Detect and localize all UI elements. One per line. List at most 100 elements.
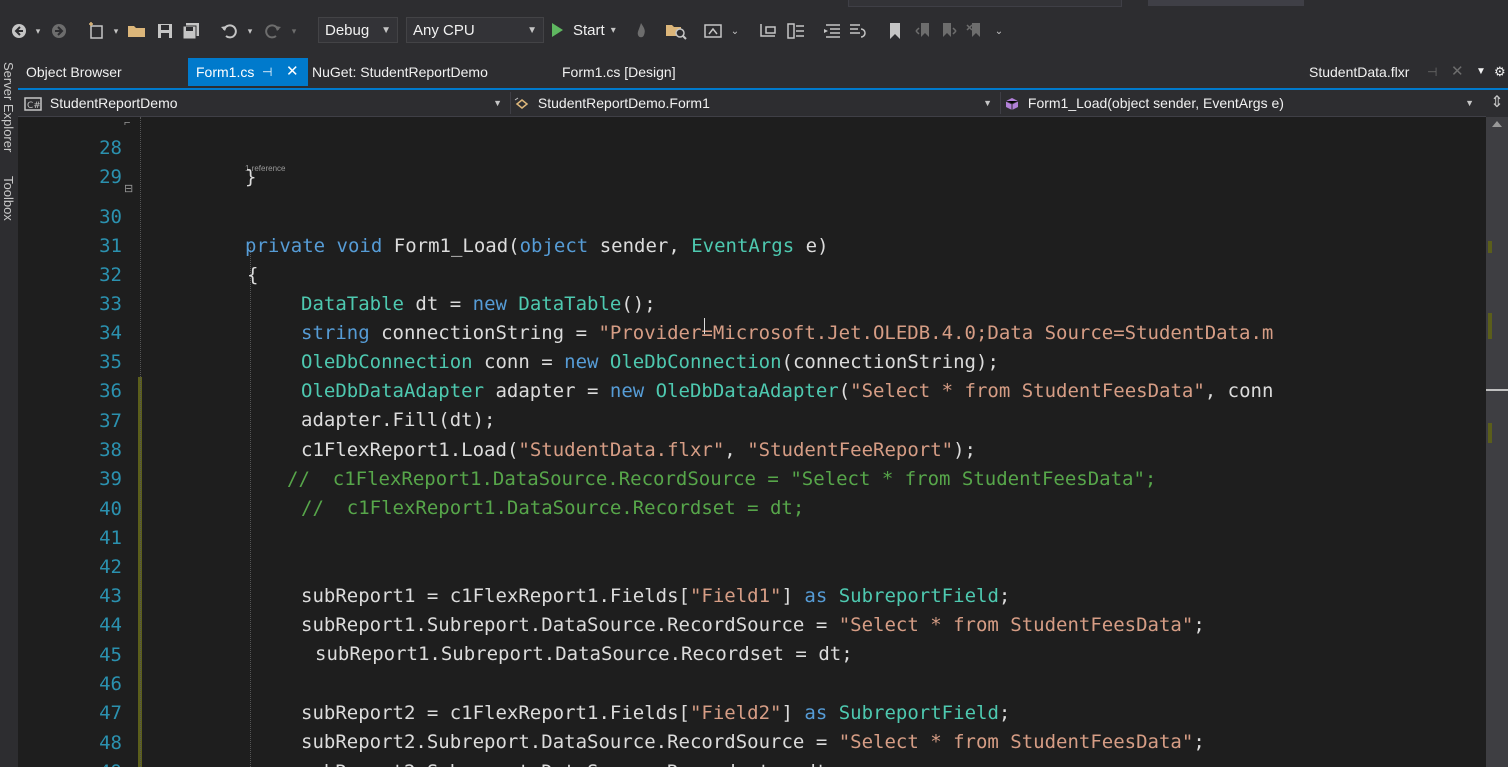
gear-icon[interactable]: ⚙ <box>1492 58 1508 86</box>
code-line: 44 subReport1.Subreport.DataSource.Recor… <box>18 582 1486 665</box>
split-editor-button[interactable]: ⇕ <box>1486 90 1508 117</box>
solution-platform-value: Any CPU <box>413 22 475 39</box>
tab-list-dropdown[interactable]: ▼ <box>1474 58 1490 86</box>
code-line: 39 // c1FlexReport1.DataSource.Recordset… <box>18 436 1486 519</box>
tab-label: Form1.cs <box>196 64 255 80</box>
navigation-bar: C# StudentReportDemo ▼ StudentReportDemo… <box>18 90 1486 117</box>
solution-platform-dropdown[interactable]: Any CPU ▼ <box>406 17 544 43</box>
server-explorer-tab[interactable]: Server Explorer <box>1 62 16 152</box>
chevron-down-icon[interactable]: ▾ <box>244 14 256 48</box>
code-line: 35 OleDbDataAdapter adapter = new OleDbD… <box>18 319 1486 402</box>
clear-bookmarks-icon[interactable] <box>964 14 986 48</box>
member-dropdown[interactable]: Form1_Load(object sender, EventArgs e) ▼ <box>1004 92 1480 114</box>
window-title-segment <box>1148 0 1304 6</box>
code-line: 47 subReport2.Subreport.DataSource.Recor… <box>18 670 1486 753</box>
step-into-icon[interactable] <box>756 14 780 48</box>
tab-nuget-studentreportdemo[interactable]: NuGet: StudentReportDemo <box>304 58 554 86</box>
tab-studentdata-flxr[interactable]: StudentData.flxr ⊣ ✕ <box>1301 58 1481 86</box>
pin-icon[interactable]: ⊣ <box>262 58 272 86</box>
redo-icon[interactable] <box>262 14 284 48</box>
mouse-ibeam-cursor <box>704 318 706 334</box>
chevron-down-icon: ▼ <box>381 25 391 36</box>
navbar-separator <box>1000 92 1001 114</box>
tab-object-browser[interactable]: Object Browser <box>18 58 186 86</box>
class-view-icon[interactable] <box>784 14 808 48</box>
code-line: 38 // c1FlexReport1.DataSource.RecordSou… <box>18 407 1486 490</box>
tab-form1-cs[interactable]: Form1.cs ⊣ ✕ <box>188 58 308 86</box>
code-line: 40 <box>18 466 1486 520</box>
tab-form1-design[interactable]: Form1.cs [Design] <box>554 58 754 86</box>
code-line: 33 string connectionString = "Provider=M… <box>18 261 1486 344</box>
chevron-down-icon: ▼ <box>983 98 992 108</box>
chevron-down-icon: ▾ <box>610 24 616 36</box>
code-line: 43 subReport1.Subreport.DataSource.Recor… <box>18 553 1486 636</box>
new-project-icon[interactable] <box>84 14 108 48</box>
indent-icon[interactable] <box>846 14 870 48</box>
save-icon[interactable] <box>154 14 176 48</box>
tab-label: StudentData.flxr <box>1309 64 1410 80</box>
code-editor[interactable]: ⌐ ⊟ 1 reference 28 } 29 30 private void … <box>18 117 1486 767</box>
code-line: 29 <box>18 134 1486 188</box>
code-line: 34 OleDbConnection conn = new OleDbConne… <box>18 290 1486 373</box>
vertical-scrollbar[interactable] <box>1486 117 1508 767</box>
standard-toolbar: ▾ ▾ ▾ ▾ Debug ▼ Any CPU ▼ Start ▾ ⌄ ⌄ <box>0 8 1508 54</box>
change-marker <box>1488 241 1492 253</box>
scrollbar-thumb[interactable] <box>1486 389 1508 391</box>
code-line: 28 } <box>18 117 1486 188</box>
code-line: 37 c1FlexReport1.Load("StudentData.flxr"… <box>18 378 1486 461</box>
code-line: 45 <box>18 612 1486 666</box>
tab-label: Form1.cs [Design] <box>562 64 676 80</box>
navigate-back-icon[interactable] <box>8 14 30 48</box>
toolbox-tab[interactable]: Toolbox <box>1 176 16 221</box>
chevron-down-icon[interactable]: ▾ <box>110 14 122 48</box>
class-name: StudentReportDemo.Form1 <box>537 95 710 111</box>
chevron-down-icon: ▼ <box>493 98 502 108</box>
pin-icon[interactable]: ⊣ <box>1427 58 1437 86</box>
code-line: 36 adapter.Fill(dt); <box>18 348 1486 431</box>
open-folder-icon[interactable] <box>126 14 148 48</box>
find-in-files-icon[interactable] <box>664 14 688 48</box>
bookmark-icon[interactable] <box>884 14 906 48</box>
tab-label: Object Browser <box>26 64 122 80</box>
class-dropdown[interactable]: StudentReportDemo.Form1 ▼ <box>514 92 998 114</box>
web-browse-icon[interactable] <box>702 14 724 48</box>
scroll-up-icon[interactable] <box>1492 121 1502 127</box>
toolbar-overflow-icon[interactable]: ⌄ <box>728 14 742 48</box>
chevron-down-icon: ▼ <box>1465 98 1474 108</box>
solution-configuration-dropdown[interactable]: Debug ▼ <box>318 17 398 43</box>
code-line: 49 <box>18 729 1486 767</box>
left-tool-window-strip: Server Explorer Toolbox <box>0 54 18 767</box>
csharp-project-icon: C# <box>24 97 42 111</box>
svg-text:C#: C# <box>27 101 41 111</box>
document-tab-bar: Object Browser Form1.cs ⊣ ✕ NuGet: Stude… <box>18 54 1508 90</box>
chevron-down-icon: ▼ <box>527 25 537 36</box>
undo-icon[interactable] <box>218 14 240 48</box>
start-debugging-button[interactable]: Start ▾ <box>552 17 616 43</box>
save-all-icon[interactable] <box>180 14 202 48</box>
project-dropdown[interactable]: C# StudentReportDemo ▼ <box>24 92 508 114</box>
member-name: Form1_Load(object sender, EventArgs e) <box>1027 95 1284 111</box>
chevron-down-icon[interactable]: ▾ <box>32 14 44 48</box>
tab-label: NuGet: StudentReportDemo <box>312 64 488 80</box>
quick-launch-search[interactable] <box>848 0 1122 7</box>
code-line: 31 { <box>18 203 1486 286</box>
hot-reload-icon[interactable] <box>632 14 650 48</box>
code-line: 30 private void Form1_Load(object sender… <box>18 174 1486 257</box>
previous-bookmark-icon[interactable] <box>912 14 934 48</box>
navbar-separator <box>510 92 511 114</box>
close-icon[interactable]: ✕ <box>286 58 299 86</box>
toolbar-overflow-icon[interactable]: ⌄ <box>992 14 1006 48</box>
method-icon <box>1005 98 1019 111</box>
chevron-down-icon[interactable]: ▾ <box>288 14 300 48</box>
navigate-forward-icon[interactable] <box>48 14 70 48</box>
title-bar-strip <box>0 0 1508 8</box>
close-icon[interactable]: ✕ <box>1451 58 1464 86</box>
code-line: 48 subReport2.Subreport.DataSource.Recor… <box>18 700 1486 767</box>
class-icon <box>514 97 529 110</box>
outdent-icon[interactable] <box>820 14 844 48</box>
play-icon <box>552 23 563 37</box>
next-bookmark-icon[interactable] <box>938 14 960 48</box>
solution-configuration-value: Debug <box>325 22 370 39</box>
start-button-label: Start <box>573 21 605 39</box>
code-line: 32 DataTable dt = new DataTable(); <box>18 232 1486 315</box>
